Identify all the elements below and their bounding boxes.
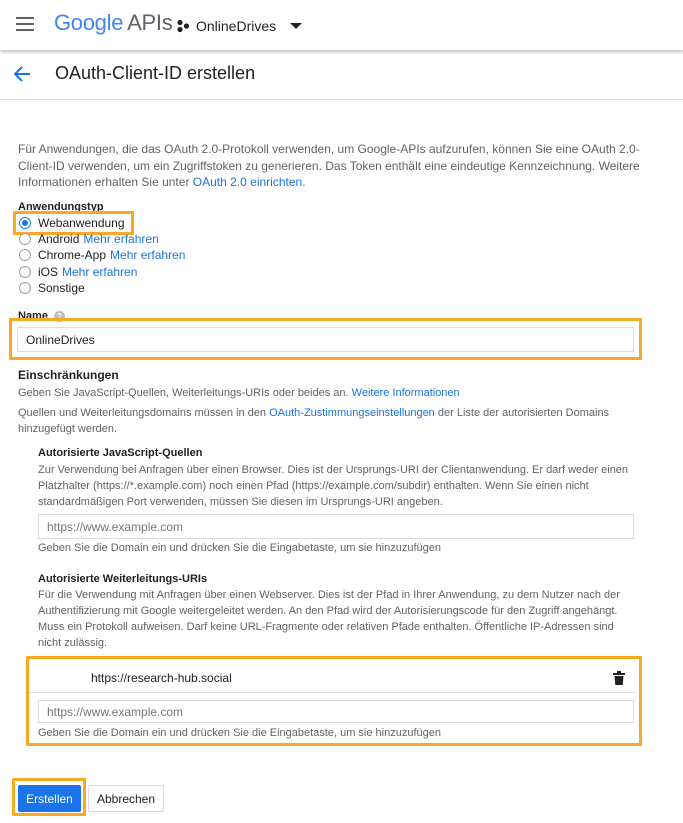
radio-button[interactable] — [19, 233, 31, 245]
name-input-field[interactable] — [26, 332, 625, 347]
redirect-uris-title: Autorisierte Weiterleitungs-URIs — [38, 573, 208, 585]
trash-icon[interactable] — [613, 671, 625, 685]
redirect-uri-input[interactable] — [38, 700, 634, 723]
radio-label: Android — [38, 232, 80, 246]
learn-more-link[interactable]: Mehr erfahren — [110, 248, 185, 262]
radio-option-ios[interactable]: iOS Mehr erfahren — [19, 264, 137, 280]
oauth-setup-link[interactable]: OAuth 2.0 einrichten — [193, 175, 302, 189]
learn-more-link[interactable]: Mehr erfahren — [83, 232, 158, 246]
name-input[interactable] — [17, 327, 634, 352]
intro-text-2: . — [302, 175, 306, 189]
redirect-uri-value: https://research-hub.social — [91, 671, 232, 685]
page-header: OAuth-Client-ID erstellen — [0, 50, 683, 100]
oauth-consent-settings-link[interactable]: OAuth-Zustimmungseinstellungen — [269, 407, 435, 419]
project-selector[interactable]: OnlineDrives — [176, 15, 303, 37]
restrictions-title: Einschränkungen — [18, 368, 119, 382]
cancel-button[interactable]: Abbrechen — [88, 785, 164, 812]
top-app-bar: Google APIs OnlineDrives — [0, 0, 683, 50]
logo-google-text: Google — [54, 10, 124, 35]
create-button[interactable]: Erstellen — [18, 785, 81, 812]
redirect-uri-entry[interactable]: https://research-hub.social — [29, 663, 637, 693]
radio-label: Chrome-App — [38, 248, 107, 262]
radio-label: iOS — [38, 265, 59, 279]
redirect-uri-input-field[interactable] — [47, 704, 625, 719]
redirect-uri-hint: Geben Sie die Domain ein und drücken Sie… — [38, 727, 441, 739]
restrictions-desc-2: Quellen und Weiterleitungsdomains müssen… — [18, 405, 658, 437]
radio-button[interactable] — [19, 266, 31, 278]
hamburger-menu-icon[interactable] — [16, 17, 34, 31]
restrictions-desc-1-text: Geben Sie JavaScript-Quellen, Weiterleit… — [18, 387, 349, 399]
intro-text: Für Anwendungen, die das OAuth 2.0-Proto… — [18, 141, 668, 191]
js-origin-hint: Geben Sie die Domain ein und drücken Sie… — [38, 542, 441, 554]
google-apis-logo[interactable]: Google APIs — [54, 10, 173, 36]
more-info-link[interactable]: Weitere Informationen — [352, 387, 460, 399]
chevron-down-icon — [290, 23, 303, 29]
radio-label: Sonstige — [38, 281, 85, 295]
radio-option-android[interactable]: Android Mehr erfahren — [19, 231, 159, 247]
radio-label: Webanwendung — [38, 216, 125, 230]
radio-option-webapp[interactable]: Webanwendung — [19, 215, 125, 231]
radio-option-chrome-app[interactable]: Chrome-App Mehr erfahren — [19, 247, 185, 263]
redirect-uris-desc: Für die Verwendung mit Anfragen über ein… — [38, 589, 620, 649]
project-nodes-icon — [177, 19, 190, 33]
intro-text-1: Für Anwendungen, die das OAuth 2.0-Proto… — [18, 142, 640, 189]
restrictions-desc-2a: Quellen und Weiterleitungsdomains müssen… — [18, 407, 270, 419]
learn-more-link[interactable]: Mehr erfahren — [62, 265, 137, 279]
page-title: OAuth-Client-ID erstellen — [55, 63, 256, 83]
radio-option-other[interactable]: Sonstige — [19, 280, 85, 296]
back-arrow-icon[interactable] — [12, 62, 32, 86]
radio-button[interactable] — [19, 282, 31, 294]
radio-button-checked[interactable] — [19, 217, 31, 229]
logo-apis-text: APIs — [127, 10, 173, 35]
radio-button[interactable] — [19, 249, 31, 261]
js-origin-input[interactable] — [38, 514, 634, 539]
project-name: OnlineDrives — [196, 18, 277, 34]
js-origin-input-field[interactable] — [47, 519, 625, 534]
restrictions-desc-1: Geben Sie JavaScript-Quellen, Weiterleit… — [18, 385, 668, 401]
js-origins-desc: Zur Verwendung bei Anfragen über einen B… — [38, 464, 629, 508]
js-origins-title: Autorisierte JavaScript-Quellen — [38, 447, 203, 459]
